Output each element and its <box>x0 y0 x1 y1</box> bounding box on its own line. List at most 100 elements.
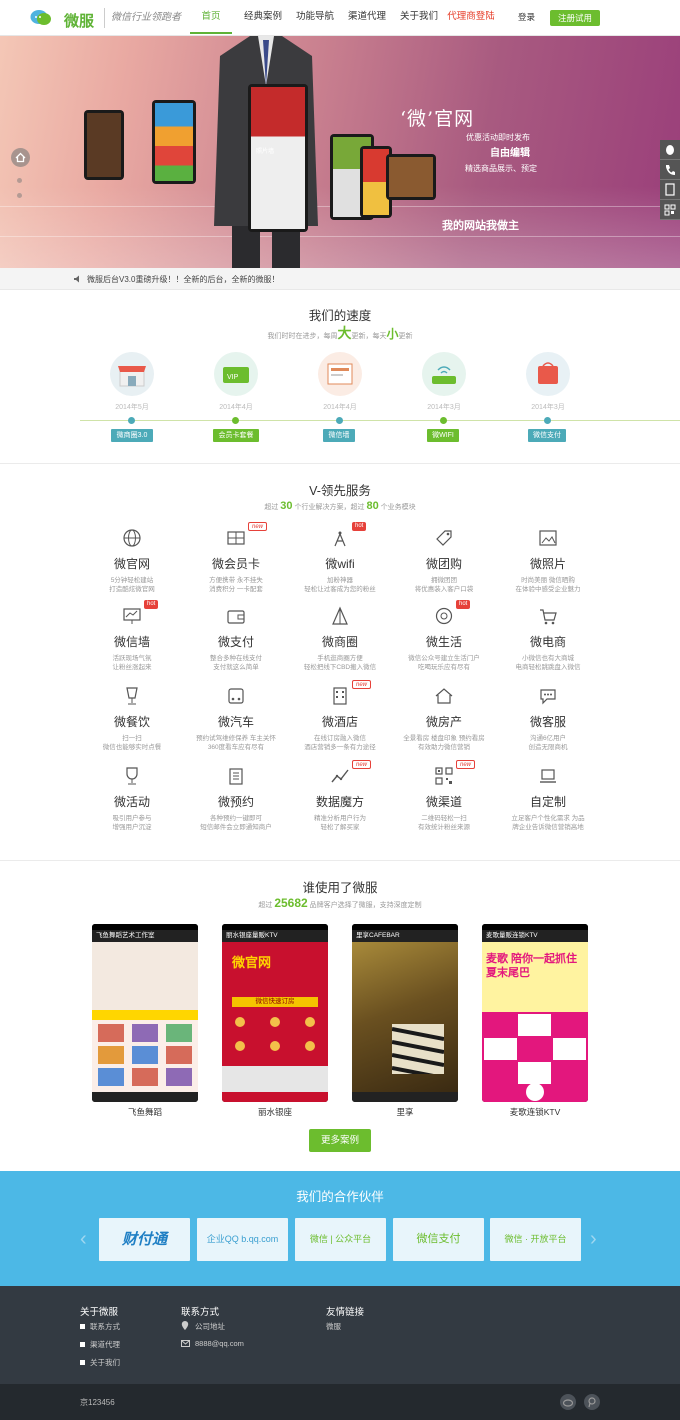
timeline-tag[interactable]: 微信墙 <box>323 429 355 442</box>
partner-logo-wechat-pay[interactable]: 微信支付 <box>393 1218 484 1261</box>
hot-badge: hot <box>144 600 159 609</box>
cup-icon <box>126 687 138 705</box>
subtitle-text: 个行业解决方案，超过 <box>294 504 365 511</box>
partner-logo-wechat-mp[interactable]: 微信 | 公众平台 <box>295 1218 386 1261</box>
section-divider <box>0 463 680 464</box>
service-name: 微餐饮 <box>113 715 150 729</box>
footer-link[interactable]: 渠道代理 <box>90 1339 120 1350</box>
footer-link[interactable]: 关于我们 <box>90 1357 120 1368</box>
service-desc: 酒店营销多一条有力途径 <box>304 744 376 751</box>
speaker-icon <box>74 275 79 283</box>
timeline-wifi-router-icon <box>422 352 466 396</box>
service-name: 微汽车 <box>217 715 254 729</box>
timeline-date: 2014年3月 <box>531 404 565 411</box>
chat-icon <box>540 689 556 705</box>
timeline-date: 2014年3月 <box>427 404 461 411</box>
login-link[interactable]: 登录 <box>518 11 535 23</box>
service-name: 微支付 <box>217 635 254 649</box>
car-icon <box>228 688 244 704</box>
hotel-icon <box>333 687 347 705</box>
service-desc: 支付就这么简单 <box>213 664 259 671</box>
trophy-icon <box>126 767 138 785</box>
laptop-icon <box>540 769 556 783</box>
home-icon[interactable] <box>11 148 30 167</box>
slide-dot[interactable] <box>17 178 22 183</box>
case-phone-feiyu[interactable]: 飞鱼舞蹈艺术工作室 <box>92 924 198 1102</box>
footer: 关于微服 联系方式 渠道代理 关于我们 联系方式 公司地址 8888@qq.co… <box>0 1286 680 1384</box>
logo-icon[interactable] <box>30 9 52 27</box>
nav-feature-guide[interactable]: 功能导航 <box>292 0 338 34</box>
timeline-shopping-bag-icon <box>526 352 570 396</box>
timeline-tag[interactable]: 会员卡套餐 <box>213 429 259 442</box>
case-name[interactable]: 里享 <box>352 1106 458 1118</box>
case-app-bar: 丽水银座量贩KTV <box>222 930 328 942</box>
phone-icon[interactable] <box>660 160 680 180</box>
location-pin-icon <box>181 1321 189 1330</box>
banner-tagline: 我的网站我做主 <box>442 219 519 232</box>
service-desc: 消费积分 一卡配套 <box>209 586 263 593</box>
banner-line-4: 精选商品展示、预定 <box>465 164 537 173</box>
timeline-tag[interactable]: 微商圈3.0 <box>111 429 153 442</box>
qrcode-icon <box>435 767 453 785</box>
logo-text[interactable]: 微服 <box>64 10 94 31</box>
service-name: 微团购 <box>425 557 462 571</box>
partner-logo-wechat-open[interactable]: 微信 · 开放平台 <box>490 1218 581 1261</box>
nav-about-us[interactable]: 关于我们 <box>396 0 442 34</box>
weibo-icon[interactable] <box>560 1394 576 1410</box>
cart-icon <box>540 609 557 625</box>
nav-classic-cases[interactable]: 经典案例 <box>240 0 286 34</box>
footer-email[interactable]: 8888@qq.com <box>195 1339 244 1348</box>
bullet-icon <box>80 1324 85 1329</box>
service-name: 微渠道 <box>425 795 462 809</box>
cases-subtitle: 超过 25682 品牌客户选择了微服，支持深度定制 <box>0 896 680 910</box>
timeline-tag[interactable]: 微WIFI <box>427 429 459 442</box>
service-name: 微电商 <box>529 635 566 649</box>
service-name: 微信墙 <box>113 635 150 649</box>
nav-channel-agent[interactable]: 渠道代理 <box>344 0 390 34</box>
trend-icon <box>331 769 349 783</box>
partner-logo-qq[interactable]: 企业QQ b.qq.com <box>197 1218 288 1261</box>
case-name[interactable]: 麦歌连锁KTV <box>482 1106 588 1118</box>
case-app-bar: 里享CAFEBAR <box>352 930 458 942</box>
chevron-left-icon[interactable]: ‹ <box>80 1229 92 1249</box>
case-phone-lishui[interactable]: 丽水银座量贩KTV 微官网 微信快速订房 <box>222 924 328 1102</box>
register-trial-button[interactable]: 注册试用 <box>550 10 600 26</box>
case-phone-lixiang[interactable]: 里享CAFEBAR <box>352 924 458 1102</box>
case-bottom-bar <box>352 1092 458 1102</box>
service-name: 微客服 <box>529 715 566 729</box>
service-desc: 吃喝玩乐应有尽有 <box>418 664 470 671</box>
service-desc: 增强用户沉淀 <box>112 824 152 831</box>
case-name[interactable]: 丽水银座 <box>222 1106 328 1118</box>
zebra-chair-image <box>392 1024 444 1074</box>
case-phone-maige[interactable]: 麦歌量贩连锁KTV 麦歌 陪你一起抓住夏末尾巴 <box>482 924 588 1102</box>
timeline-tag[interactable]: 微信支付 <box>528 429 566 442</box>
hot-badge: hot <box>456 600 471 609</box>
store-icon <box>332 606 348 625</box>
chevron-right-icon[interactable]: › <box>590 1229 602 1249</box>
partner-logo-tenpay[interactable]: 财付通 <box>99 1218 190 1261</box>
case-grid <box>92 1020 198 1092</box>
banner-line-3: 自由编辑 <box>490 148 530 159</box>
qq-icon[interactable] <box>660 140 680 160</box>
qrcode-icon[interactable] <box>660 200 680 220</box>
copyright-bar: 京123456 <box>0 1384 680 1420</box>
footer-link[interactable]: 联系方式 <box>90 1321 120 1332</box>
nav-agent-login[interactable]: 代理商登陆 <box>446 0 496 34</box>
document-icon[interactable] <box>660 180 680 200</box>
nav-home[interactable]: 首页 <box>190 0 232 34</box>
service-name: 微照片 <box>529 557 566 571</box>
notice-text[interactable]: 微服后台V3.0重磅升级！！全新的后台，全新的微服！ <box>87 274 279 285</box>
subtitle-number: 30 <box>280 500 293 512</box>
tencent-weibo-icon[interactable] <box>584 1394 600 1410</box>
service-desc: 电商轻松跳跳盘入微信 <box>515 664 581 671</box>
more-cases-button[interactable]: 更多案例 <box>309 1129 371 1152</box>
footer-address: 公司地址 <box>195 1322 225 1331</box>
case-app-bar: 飞鱼舞蹈艺术工作室 <box>92 930 198 942</box>
slide-dot[interactable] <box>17 193 22 198</box>
case-name[interactable]: 飞鱼舞蹈 <box>92 1106 198 1118</box>
footer-friend-link[interactable]: 微服 <box>326 1321 341 1332</box>
banner-line-2: 优惠活动即时发布 <box>466 133 530 142</box>
subtitle-text: 超过 <box>258 902 273 909</box>
service-desc: 轻松把线下CBD搬入微信 <box>303 664 377 671</box>
service-name: 数据魔方 <box>315 795 364 809</box>
